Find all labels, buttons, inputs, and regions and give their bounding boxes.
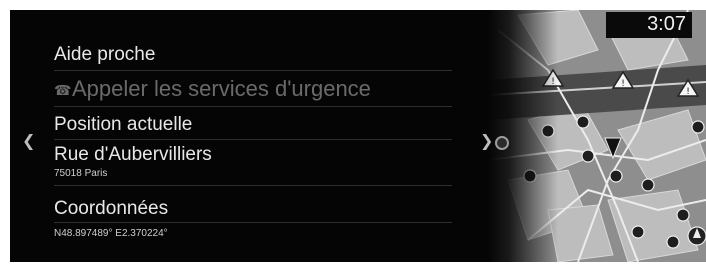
phone-icon: ☎ <box>54 81 72 98</box>
clock: 3:07 <box>606 12 692 38</box>
chevron-right-icon[interactable]: ❯ <box>480 131 493 151</box>
divider <box>54 185 452 186</box>
emergency-call-label: Appeler les services d'urgence <box>72 76 371 101</box>
map-view[interactable]: ! ! ! <box>488 10 706 262</box>
divider <box>54 70 452 71</box>
divider <box>54 106 452 107</box>
infotainment-screen: Aide proche ☎Appeler les services d'urge… <box>10 10 706 262</box>
svg-text:!: ! <box>686 87 690 97</box>
street-name: Rue d'Aubervilliers <box>54 144 212 165</box>
panel-title: Aide proche <box>54 44 156 65</box>
coordinates-heading: Coordonnées <box>54 198 169 219</box>
svg-text:!: ! <box>621 79 625 89</box>
map-toggle-knob[interactable] <box>495 136 509 150</box>
postal-city: 75018 Paris <box>54 168 108 179</box>
chevron-left-icon[interactable]: ❮ <box>22 131 35 151</box>
current-position-heading: Position actuelle <box>54 114 193 135</box>
divider <box>54 222 452 223</box>
emergency-call-button[interactable]: ☎Appeler les services d'urgence <box>54 76 371 102</box>
coordinates-value: N48.897489° E2.370224° <box>54 228 168 239</box>
divider <box>54 139 452 140</box>
compass-icon <box>687 226 706 246</box>
